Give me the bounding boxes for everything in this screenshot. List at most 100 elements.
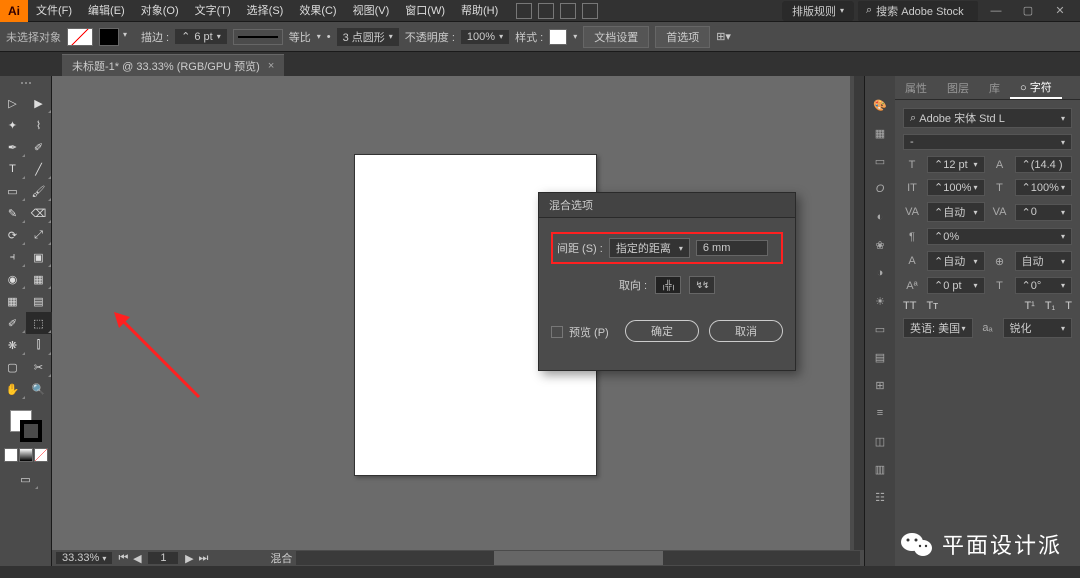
window-close[interactable]: ✕: [1046, 4, 1074, 17]
font-family[interactable]: ⌕ Adobe 宋体 Std L▾: [903, 108, 1072, 128]
type-icon[interactable]: O: [871, 180, 889, 198]
tab-layers[interactable]: 图层: [937, 76, 979, 99]
spacing-value-input[interactable]: 6 mm: [696, 240, 768, 256]
align-icon[interactable]: ⊞▾: [716, 30, 731, 43]
nav-prev[interactable]: ◀: [130, 552, 144, 565]
menu-type[interactable]: 文字(T): [187, 0, 239, 22]
curvature-tool[interactable]: ✐: [26, 136, 52, 158]
zoom-level[interactable]: 33.33% ▾: [56, 552, 112, 564]
style-swatch[interactable]: [549, 29, 567, 45]
symbol-sprayer-tool[interactable]: ❋: [0, 334, 26, 356]
fill-stroke-indicator[interactable]: [6, 406, 46, 446]
type-tool[interactable]: T: [0, 158, 26, 180]
artboards-icon[interactable]: ▥: [871, 460, 889, 478]
rotate-tool[interactable]: ⟳: [0, 224, 26, 246]
width-tool[interactable]: ⫞: [0, 246, 26, 268]
menu-effect[interactable]: 效果(C): [291, 0, 344, 22]
stroke-swatch[interactable]: [99, 28, 119, 46]
pen-tool[interactable]: ✒: [0, 136, 26, 158]
preview-checkbox[interactable]: [551, 326, 563, 338]
auto2[interactable]: 自动▾: [1015, 251, 1073, 271]
artboard-tool[interactable]: ▢: [0, 356, 26, 378]
preferences-button[interactable]: 首选项: [655, 26, 710, 48]
mesh-tool[interactable]: ▦: [0, 290, 26, 312]
symbols-icon[interactable]: ❀: [871, 236, 889, 254]
shaper-tool[interactable]: ✎: [0, 202, 26, 224]
vertical-scale[interactable]: ⌃100%▾: [927, 179, 985, 196]
scale-tool[interactable]: ⤢: [26, 224, 52, 246]
swatches-icon[interactable]: ▦: [871, 124, 889, 142]
graph-tool[interactable]: ⫿: [26, 334, 52, 356]
blend-tool[interactable]: ⬚: [26, 312, 52, 334]
align-icon[interactable]: ≡: [871, 404, 889, 422]
tracking[interactable]: ⌃0▾: [1015, 204, 1073, 221]
menu-object[interactable]: 对象(O): [133, 0, 187, 22]
orient-path-button[interactable]: ↯↯: [689, 276, 715, 294]
dash-profile[interactable]: 3 点圆形▾: [337, 28, 399, 46]
allcaps-icon[interactable]: TT: [903, 300, 916, 312]
stroke-weight[interactable]: ⌃6 pt▾: [175, 29, 227, 44]
font-style[interactable]: -▾: [903, 134, 1072, 150]
spacing-mode-select[interactable]: 指定的距离▾: [609, 238, 690, 258]
selection-tool[interactable]: ▷: [0, 92, 26, 114]
horizontal-scale[interactable]: ⌃100%▾: [1015, 179, 1073, 196]
subscript-icon[interactable]: T₁: [1045, 300, 1055, 312]
color-icon[interactable]: 🎨: [871, 96, 889, 114]
vertical-scrollbar[interactable]: [850, 76, 864, 550]
menu-window[interactable]: 窗口(W): [397, 0, 453, 22]
window-maximize[interactable]: ▢: [1014, 4, 1042, 17]
magic-wand-tool[interactable]: ✦: [0, 114, 26, 136]
screen-mode[interactable]: ▭: [13, 468, 39, 490]
doc-setup-button[interactable]: 文档设置: [583, 26, 649, 48]
canvas[interactable]: 混合选项 间距 (S) : 指定的距离▾ 6 mm 取向 : ╷╬╷ ↯↯ 预览…: [52, 76, 864, 566]
gradient-tool[interactable]: ▤: [26, 290, 52, 312]
nav-last[interactable]: ⏭: [196, 552, 210, 565]
language-select[interactable]: 英语: 美国▾: [903, 318, 973, 338]
brushes-icon[interactable]: ☀: [871, 292, 889, 310]
menu-edit[interactable]: 编辑(E): [80, 0, 133, 22]
kerning[interactable]: ⌃自动▾: [927, 202, 985, 222]
draw-modes[interactable]: [4, 448, 48, 462]
char-rotation[interactable]: ⌃0°▾: [1015, 277, 1073, 294]
pathfinder-icon[interactable]: ◫: [871, 432, 889, 450]
eyedropper-tool[interactable]: ✐: [0, 312, 26, 334]
stroke-icon[interactable]: ▭: [871, 152, 889, 170]
document-tab[interactable]: 未标题-1* @ 33.33% (RGB/GPU 预览)×: [62, 54, 284, 76]
layers-icon[interactable]: ▭: [871, 320, 889, 338]
perspective-tool[interactable]: ▦: [26, 268, 52, 290]
menu-help[interactable]: 帮助(H): [453, 0, 506, 22]
close-tab-icon[interactable]: ×: [268, 60, 274, 72]
baseline-shift[interactable]: ⌃0 pt▾: [927, 277, 985, 294]
nav-first[interactable]: ⏮: [116, 552, 130, 565]
superscript-icon[interactable]: T¹: [1024, 300, 1034, 312]
tab-properties[interactable]: 属性: [895, 76, 937, 99]
slice-tool[interactable]: ✂: [26, 356, 52, 378]
free-transform-tool[interactable]: ▣: [26, 246, 52, 268]
tab-libraries[interactable]: 库: [979, 76, 1010, 99]
line-tool[interactable]: ╱: [26, 158, 52, 180]
horizontal-scrollbar[interactable]: [296, 551, 860, 565]
menu-file[interactable]: 文件(F): [28, 0, 80, 22]
zoom-tool[interactable]: 🔍: [26, 378, 52, 400]
transform-icon[interactable]: ⊞: [871, 376, 889, 394]
fill-swatch[interactable]: [67, 28, 93, 46]
menu-select[interactable]: 选择(S): [239, 0, 292, 22]
shape-builder-tool[interactable]: ◉: [0, 268, 26, 290]
transparency-icon[interactable]: ◑: [871, 264, 889, 282]
hand-tool[interactable]: ✋: [0, 378, 26, 400]
asset-icon[interactable]: ▤: [871, 348, 889, 366]
workspace-preset[interactable]: 排版规则▾: [782, 1, 854, 21]
rectangle-tool[interactable]: ▭: [0, 180, 26, 202]
auto-kern[interactable]: ⌃自动▾: [927, 251, 985, 271]
underline-icon[interactable]: T: [1065, 300, 1072, 312]
lasso-tool[interactable]: ⌇: [26, 114, 52, 136]
leading[interactable]: ⌃(14.4 ): [1015, 156, 1073, 173]
stock-search[interactable]: ⌕搜索 Adobe Stock: [858, 1, 978, 21]
tab-character[interactable]: ○ 字符: [1010, 76, 1062, 99]
ok-button[interactable]: 确定: [625, 320, 699, 342]
opacity-value[interactable]: 100%▾: [461, 30, 509, 44]
artboard-nav[interactable]: 1: [148, 552, 178, 564]
antialias-select[interactable]: 锐化▾: [1003, 318, 1073, 338]
cancel-button[interactable]: 取消: [709, 320, 783, 342]
libraries-icon[interactable]: ☷: [871, 488, 889, 506]
